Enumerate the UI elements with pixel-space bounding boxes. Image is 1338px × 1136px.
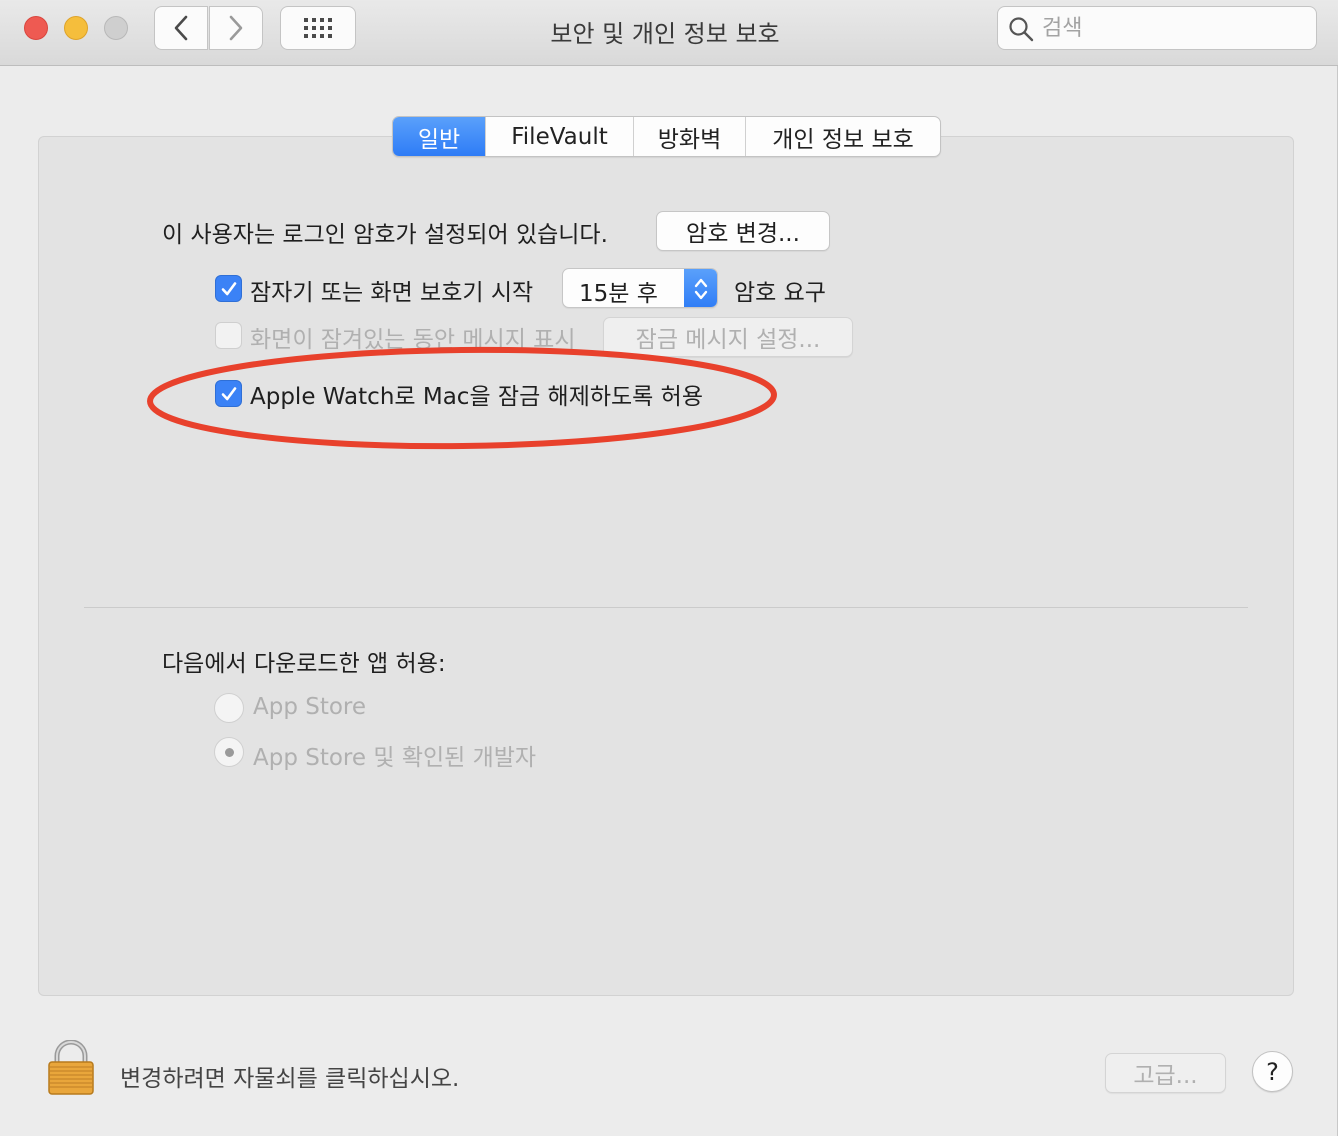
radio-app-store[interactable] xyxy=(214,693,244,723)
section-divider xyxy=(84,607,1248,608)
search-field[interactable] xyxy=(997,6,1317,50)
tab-bar: 일반 FileVault 방화벽 개인 정보 보호 xyxy=(392,116,941,157)
tab-filevault[interactable]: FileVault xyxy=(486,117,634,156)
padlock-icon xyxy=(48,1039,94,1095)
password-set-text: 이 사용자는 로그인 암호가 설정되어 있습니다. xyxy=(162,222,608,248)
require-password-label: 잠자기 또는 화면 보호기 시작 xyxy=(250,280,534,306)
window-title: 보안 및 개인 정보 보호 xyxy=(550,20,780,48)
preferences-window: 보안 및 개인 정보 보호 일반 FileVault 방화벽 개인 정보 보호 … xyxy=(0,0,1338,1136)
checkmark-icon xyxy=(221,386,236,400)
forward-button[interactable] xyxy=(209,6,263,50)
show-message-checkbox[interactable] xyxy=(215,322,242,349)
title-bar: 보안 및 개인 정보 보호 xyxy=(0,0,1338,66)
lock-message-button[interactable]: 잠금 메시지 설정... xyxy=(603,317,853,357)
apple-watch-unlock-checkbox[interactable] xyxy=(215,380,242,407)
back-button[interactable] xyxy=(154,6,208,50)
checkmark-icon xyxy=(221,281,236,295)
tab-general[interactable]: 일반 xyxy=(393,117,486,156)
show-message-label: 화면이 잠겨있는 동안 메시지 표시 xyxy=(250,327,576,353)
tab-privacy[interactable]: 개인 정보 보호 xyxy=(746,117,940,156)
password-delay-value: 15분 후 xyxy=(579,281,658,307)
tab-firewall[interactable]: 방화벽 xyxy=(634,117,746,156)
radio-app-store-identified-label: App Store 및 확인된 개발자 xyxy=(253,745,537,771)
grid-icon xyxy=(304,18,332,38)
lock-hint-text: 변경하려면 자물쇠를 클릭하십시오. xyxy=(120,1066,460,1092)
allow-apps-heading: 다음에서 다운로드한 앱 허용: xyxy=(162,651,446,677)
search-input[interactable] xyxy=(1042,13,1302,43)
zoom-window-button[interactable] xyxy=(104,16,128,40)
radio-app-store-label: App Store xyxy=(253,694,367,720)
radio-app-store-identified[interactable] xyxy=(214,737,244,767)
close-window-button[interactable] xyxy=(24,16,48,40)
minimize-window-button[interactable] xyxy=(64,16,88,40)
search-icon xyxy=(1009,17,1034,42)
chevron-right-icon xyxy=(229,15,243,41)
radio-selected-dot xyxy=(224,747,234,757)
help-button[interactable]: ? xyxy=(1252,1051,1293,1092)
advanced-button[interactable]: 고급... xyxy=(1105,1053,1226,1093)
require-password-checkbox[interactable] xyxy=(215,275,242,302)
content-panel xyxy=(38,136,1294,996)
chevron-left-icon xyxy=(174,15,188,41)
apple-watch-unlock-label: Apple Watch로 Mac을 잠금 해제하도록 허용 xyxy=(250,384,703,410)
lock-button[interactable] xyxy=(46,1039,96,1100)
password-delay-select[interactable]: 15분 후 xyxy=(562,268,718,308)
stepper-arrows-icon xyxy=(684,269,717,307)
show-all-button[interactable] xyxy=(280,6,356,50)
change-password-button[interactable]: 암호 변경... xyxy=(656,211,830,251)
require-password-suffix: 암호 요구 xyxy=(734,280,826,306)
